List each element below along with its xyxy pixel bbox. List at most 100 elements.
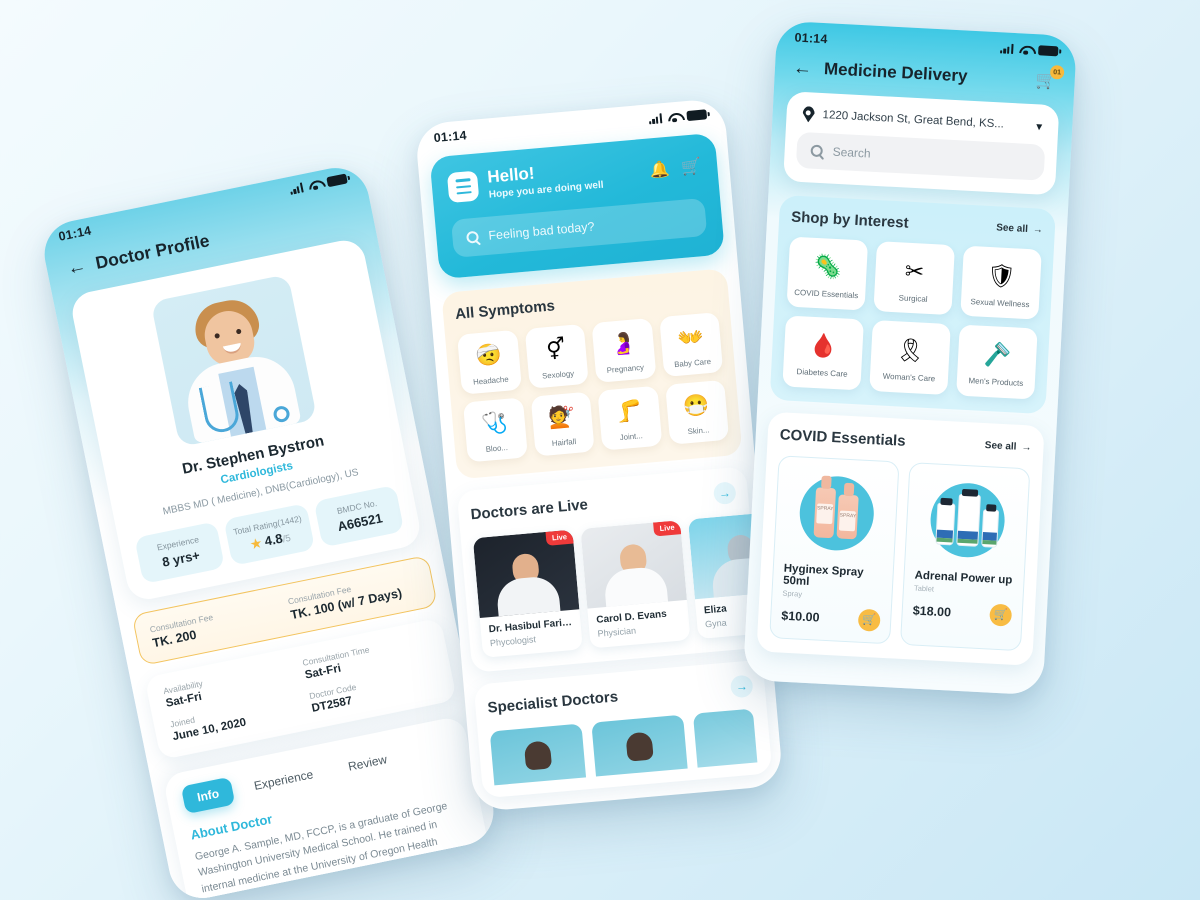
symptom-blood-pressure[interactable]: 🩺 Bloo... [462,397,528,463]
battery-icon [1038,45,1059,57]
section-header: COVID Essentials See all → [779,426,1032,456]
search-icon [810,144,824,158]
hero-top-row: Hello! Hope you are doing well 🔔 🛒 [446,150,703,204]
signal-icon [289,182,304,195]
tab-experience[interactable]: Experience [238,758,330,803]
symptom-baby-care[interactable]: 👐 Baby Care [658,311,724,377]
battery-icon [326,173,348,188]
stat-rating: Total Rating(1442) ★ 4.8/5 [223,503,315,566]
symptom-label: Baby Care [673,356,712,369]
shop-by-interest-section: Shop by Interest See all → 🦠 COVID Essen… [769,194,1056,414]
symptoms-grid: 🤕 Headache ⚥ Sexology 🤰 Pregnancy 👐 Baby… [456,311,730,463]
hamburger-menu-icon[interactable] [446,170,480,203]
product-footer: $18.00 🛒 [912,599,1013,627]
symptom-label: Sexology [541,368,575,381]
phone-medicine-delivery: 01:14 ← Medicine Delivery 🛒 01 1220 Jack… [742,20,1078,696]
shop-item-diabetes-care[interactable]: 🩸 Diabetes Care [782,315,864,391]
section-title: Shop by Interest [790,208,910,232]
add-to-cart-icon[interactable]: 🛒 [989,603,1013,627]
search-input[interactable]: Feeling bad today? [450,197,708,258]
phone-home: 01:14 Hello! Hope you are doing well 🔔 🛒… [414,97,784,813]
see-all-button[interactable]: See all → [996,222,1043,235]
shop-item-surgical[interactable]: ✂ Surgical [873,241,955,316]
bell-icon[interactable]: 🔔 [649,159,671,181]
search-icon [466,230,480,244]
product-price: $18.00 [912,603,952,620]
specialist-card[interactable] [692,708,758,768]
greeting-group: Hello! Hope you are doing well [446,159,604,204]
sexology-icon: ⚥ [545,337,567,363]
tab-review[interactable]: Review [332,743,404,784]
status-icons [289,173,348,195]
specialist-row [489,708,760,786]
status-time: 01:14 [433,128,468,146]
symptom-label: Skin... [687,424,710,436]
shop-item-label: Woman's Care [882,371,936,384]
arrow-right-icon[interactable]: → [712,480,737,505]
doctor-thumbnail: Live [580,519,687,609]
glucometer-icon: 🩸 [808,331,839,360]
symptom-headache[interactable]: 🤕 Headache [456,329,522,395]
symptom-hairfall[interactable]: 💇 Hairfall [530,391,595,457]
search-placeholder: Search [832,144,872,161]
live-badge: Live [545,529,574,546]
arrow-right-icon: → [1021,441,1032,454]
razor-icon: 🪒 [982,340,1013,369]
product-footer: $10.00 🛒 [781,604,881,632]
signal-icon [999,43,1014,54]
live-doctor-card[interactable]: Live Dr. Hasibul Faridi... Phycologist [472,529,583,658]
signal-icon [648,113,663,125]
surgical-tools-icon: ✂ [904,257,925,285]
back-arrow-icon[interactable]: ← [792,57,812,79]
shop-item-mens-products[interactable]: 🪒 Men's Products [956,324,1038,400]
specialist-card[interactable] [489,723,587,786]
info-column-left: Availability Sat-Fri Joined June 10, 202… [162,661,299,743]
live-badge: Live [653,519,682,537]
rating-suffix: /5 [281,532,292,546]
product-image [915,473,1018,566]
star-icon: ★ [249,535,263,552]
status-icons [999,43,1059,57]
tab-info[interactable]: Info [180,776,236,815]
see-all-button[interactable]: See all → [985,440,1032,453]
greeting-text-group: Hello! Hope you are doing well [487,159,604,201]
joint-pain-icon: 🦵 [615,398,644,424]
wifi-icon [308,179,323,191]
symptom-pregnancy[interactable]: 🤰 Pregnancy [591,317,656,383]
see-all-label: See all [984,439,1017,453]
doctors-live-section: Doctors are Live → Live Dr. Hasibul Fari… [456,465,784,673]
symptom-skin[interactable]: 😷 Skin... [664,379,730,445]
fee-item: Consultation Fee TK. 200 [149,599,283,650]
live-doctor-card[interactable]: Live Carol D. Evans Physician [580,519,691,649]
product-name: Hyginex Spray 50ml [782,562,864,588]
cart-icon[interactable]: 🛒 [680,156,702,178]
info-column-right: Consultation Time Sat-Fri Doctor Code DT… [302,632,439,714]
covid-essentials-section: COVID Essentials See all → SPRAY SPRAY H [756,411,1045,666]
condom-icon: 🛡 [986,261,1017,289]
hairfall-icon: 💇 [547,404,576,430]
status-time: 01:14 [794,30,828,47]
shop-item-womans-care[interactable]: 🎗 Woman's Care [869,320,951,395]
symptom-label: Hairfall [551,436,577,448]
headache-icon: 🤕 [474,342,503,369]
cart-button[interactable]: 🛒 01 [1035,64,1065,91]
back-arrow-icon[interactable]: ← [65,255,88,279]
specialist-card[interactable] [591,714,688,777]
symptom-sexology[interactable]: ⚥ Sexology [524,323,589,389]
shop-item-covid-essentials[interactable]: 🦠 COVID Essentials [786,236,869,311]
add-to-cart-icon[interactable]: 🛒 [857,608,881,632]
arrow-right-icon: → [1032,224,1044,236]
product-card[interactable]: Adrenal Power up Tablet $18.00 🛒 [899,461,1031,651]
product-card[interactable]: SPRAY SPRAY Hyginex Spray 50ml Spray $10… [769,455,900,645]
arrow-right-icon[interactable]: → [729,674,754,699]
chevron-down-icon[interactable]: ▾ [1036,119,1043,133]
status-time: 01:14 [57,223,93,244]
sanitary-pad-icon: 🎗 [895,336,926,364]
location-pin-icon [802,106,815,123]
page-title: Medicine Delivery [823,59,968,86]
symptom-label: Joint... [619,430,644,442]
doctor-photo [150,274,318,448]
shop-item-sexual-wellness[interactable]: 🛡 Sexual Wellness [960,245,1042,321]
symptom-joint-pain[interactable]: 🦵 Joint... [597,385,662,451]
wifi-icon [667,112,681,123]
